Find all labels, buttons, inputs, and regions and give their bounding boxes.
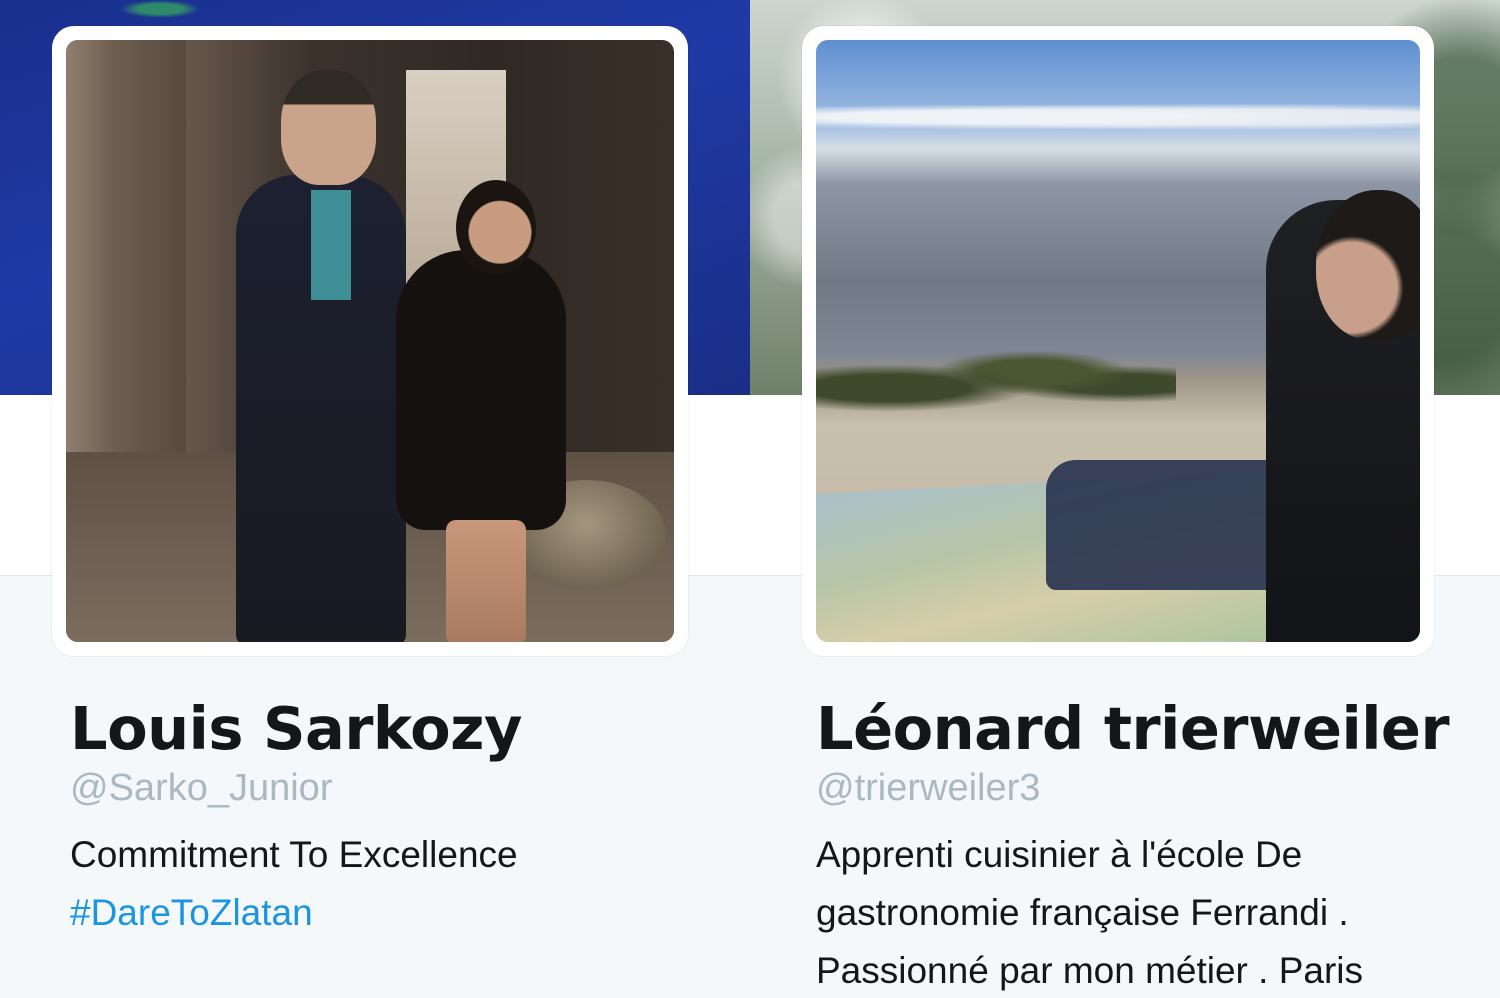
photo-person-head [281,70,376,185]
bio-text: Commitment To Excellence [70,834,518,875]
profile-bio: Commitment To Excellence #DareToZlatan [70,826,710,942]
photo-clouds [816,102,1420,132]
profile-handle[interactable]: @trierweiler3 [816,766,1496,810]
profile-name[interactable]: Louis Sarkozy [70,690,750,768]
photo-person-body [396,250,566,530]
profile-card-leonard-trierweiler: Léonard trierweiler @trierweiler3 Appren… [750,0,1500,998]
avatar[interactable] [52,26,688,656]
profile-handle[interactable]: @Sarko_Junior [70,766,750,810]
photo-person-head [456,180,536,275]
photo-person-shirt [311,190,351,300]
avatar-photo [66,40,674,642]
photo-shrubs [816,340,1176,420]
bio-text: gastronomie française Ferrandi . [816,892,1349,933]
photo-shadow [1046,460,1276,590]
avatar-photo [816,40,1420,642]
profile-name[interactable]: Léonard trierweiler [816,690,1496,768]
photo-person-head [1316,190,1420,340]
hashtag-link[interactable]: #DareToZlatan [70,884,710,942]
profile-card-louis-sarkozy: Louis Sarkozy @Sarko_Junior Commitment T… [0,0,750,998]
bio-text: Apprenti cuisinier à l'école De [816,834,1303,875]
profile-info: Louis Sarkozy @Sarko_Junior Commitment T… [70,690,750,942]
avatar[interactable] [802,26,1434,656]
photo-person-legs [446,520,526,642]
profile-bio: Apprenti cuisinier à l'école De gastrono… [816,826,1456,998]
bio-text: Passionné par mon métier . Paris [816,950,1364,991]
profile-info: Léonard trierweiler @trierweiler3 Appren… [816,690,1496,998]
